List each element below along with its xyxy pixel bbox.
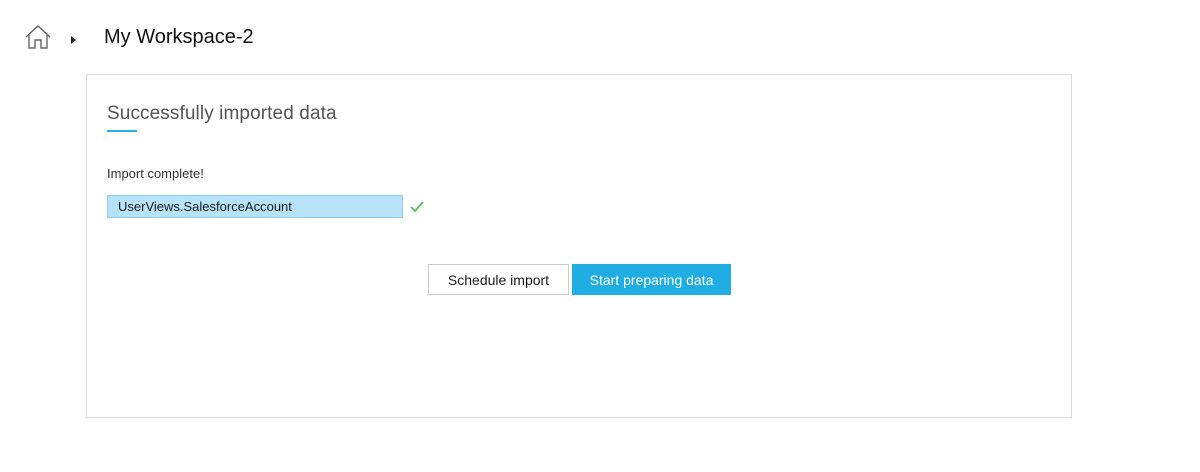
import-result-card: Successfully imported data Import comple… [86,74,1072,418]
workspace-title[interactable]: My Workspace-2 [104,26,254,49]
home-icon[interactable] [24,24,52,50]
import-status-text: Import complete! [107,166,204,181]
checkmark-icon [409,200,425,214]
card-title: Successfully imported data [107,103,337,124]
imported-table-row: UserViews.SalesforceAccount [107,195,425,218]
caret-right-icon [68,32,78,44]
imported-table-name[interactable]: UserViews.SalesforceAccount [107,195,403,218]
title-underline [107,130,137,132]
start-preparing-data-button[interactable]: Start preparing data [572,264,731,295]
breadcrumb: My Workspace-2 [24,24,254,50]
schedule-import-button[interactable]: Schedule import [428,264,569,295]
action-buttons: Schedule import Start preparing data [428,264,731,295]
